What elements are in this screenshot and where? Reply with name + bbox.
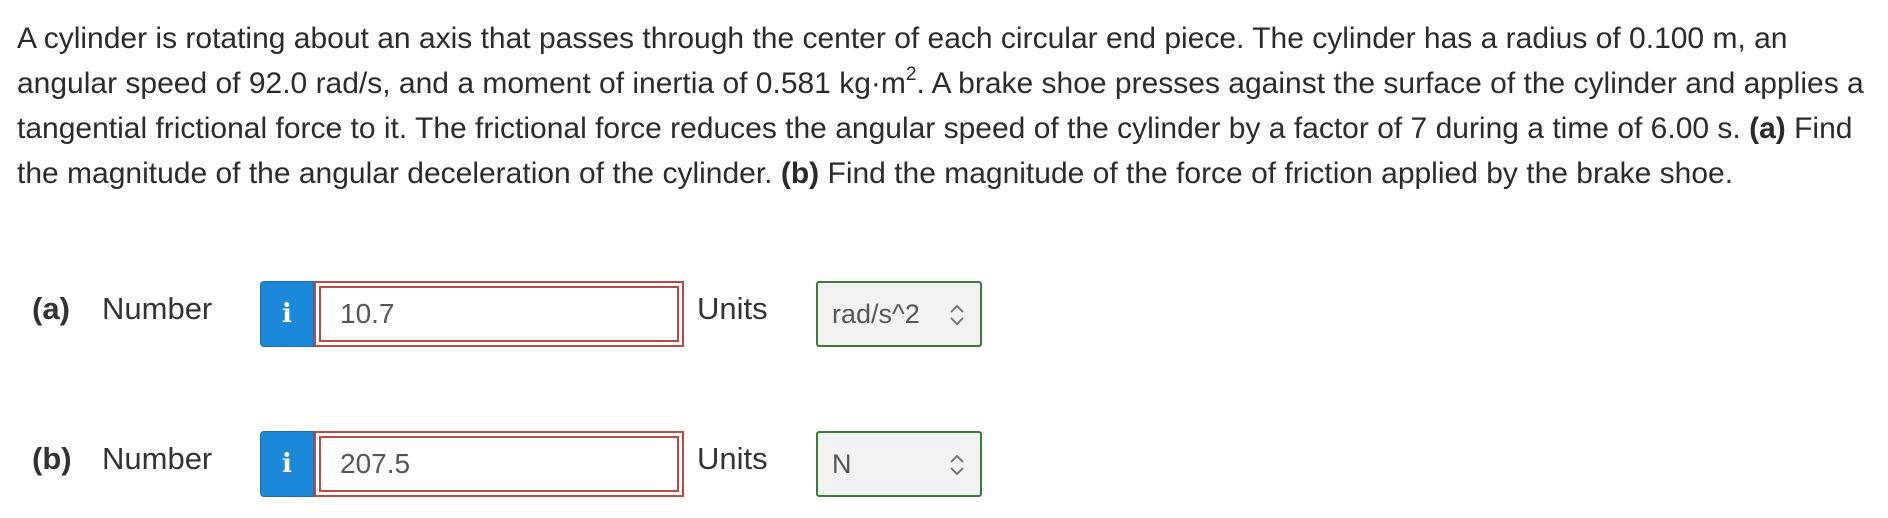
info-icon[interactable]: i — [260, 431, 314, 497]
part-a-tag: (a) — [1749, 112, 1786, 145]
part-label: (a) — [32, 291, 70, 326]
number-value: 10.7 — [340, 298, 395, 329]
units-label: Units — [697, 291, 768, 326]
units-select[interactable]: N — [816, 431, 982, 497]
part-b-question: Find the magnitude of the force of frict… — [819, 157, 1734, 190]
units-value: rad/s^2 — [832, 299, 920, 329]
units-select[interactable]: rad/s^2 — [816, 281, 982, 347]
units-value: N — [832, 449, 852, 479]
number-value: 207.5 — [340, 448, 411, 479]
info-icon[interactable]: i — [260, 281, 314, 347]
part-b-tag: (b) — [780, 157, 820, 190]
chevron-up-down-icon — [950, 454, 964, 476]
number-label: Number — [102, 441, 213, 476]
chevron-up-down-icon — [950, 304, 964, 326]
number-input[interactable]: 207.5 — [314, 431, 684, 497]
problem-superscript: 2 — [905, 64, 917, 85]
number-label: Number — [102, 291, 213, 326]
problem-statement: A cylinder is rotating about an axis tha… — [17, 16, 1877, 196]
part-label: (b) — [32, 441, 72, 476]
units-label: Units — [697, 441, 768, 476]
number-input[interactable]: 10.7 — [314, 281, 684, 347]
